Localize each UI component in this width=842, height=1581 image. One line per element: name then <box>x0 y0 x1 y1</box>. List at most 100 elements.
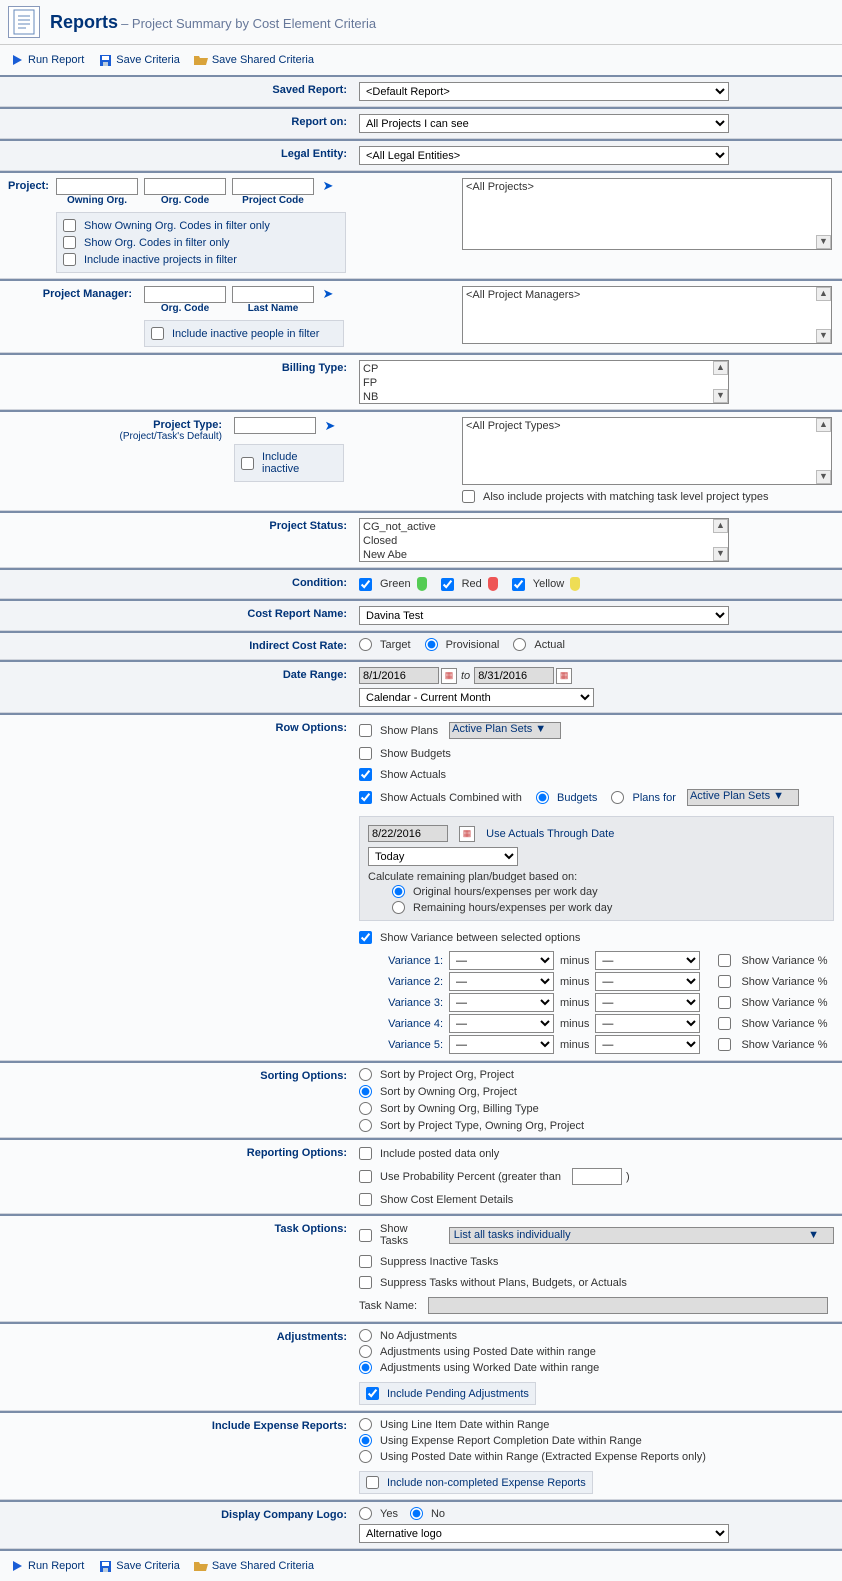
today-select[interactable]: Today <box>368 847 518 866</box>
completion-radio[interactable] <box>359 1434 372 1447</box>
use-probability-checkbox[interactable] <box>359 1170 372 1183</box>
projects-listbox[interactable]: <All Projects> ▼ <box>462 178 832 250</box>
scroll-down-icon[interactable]: ▼ <box>713 389 728 403</box>
include-inactive-type-checkbox[interactable] <box>241 457 254 470</box>
show-owning-checkbox[interactable] <box>63 219 76 232</box>
calendar-icon[interactable]: ▦ <box>459 826 475 842</box>
scroll-up-icon[interactable]: ▲ <box>816 418 831 432</box>
alt-logo-select[interactable]: Alternative logo <box>359 1524 729 1543</box>
calendar-icon[interactable]: ▦ <box>556 668 572 684</box>
project-add-button[interactable]: ➤ <box>320 178 336 194</box>
variance-3-b-select[interactable]: — <box>595 993 700 1012</box>
sort4-radio[interactable] <box>359 1119 372 1132</box>
save-shared-criteria-button-bottom[interactable]: Save Shared Criteria <box>194 1559 314 1573</box>
billing-type-listbox[interactable]: CP FP NB ▲ ▼ <box>359 360 729 404</box>
date-to-input[interactable] <box>474 667 554 684</box>
sort1-radio[interactable] <box>359 1068 372 1081</box>
scroll-up-icon[interactable]: ▲ <box>713 361 728 375</box>
show-actuals-checkbox[interactable] <box>359 768 372 781</box>
probability-input[interactable] <box>572 1168 622 1185</box>
variance-4-a-select[interactable]: — <box>449 1014 554 1033</box>
pm-add-button[interactable]: ➤ <box>320 286 336 302</box>
date-from-input[interactable] <box>359 667 439 684</box>
sort2-radio[interactable] <box>359 1085 372 1098</box>
include-inactive-people-checkbox[interactable] <box>151 327 164 340</box>
logo-yes-radio[interactable] <box>359 1507 372 1520</box>
budgets-radio[interactable] <box>536 791 549 804</box>
cost-report-name-select[interactable]: Davina Test <box>359 606 729 625</box>
save-shared-criteria-button[interactable]: Save Shared Criteria <box>194 53 314 67</box>
plans-for-select[interactable]: Active Plan Sets ▼ <box>687 789 799 806</box>
show-budgets-checkbox[interactable] <box>359 747 372 760</box>
date-range-select[interactable]: Calendar - Current Month <box>359 688 594 707</box>
show-plans-checkbox[interactable] <box>359 724 372 737</box>
scroll-down-icon[interactable]: ▼ <box>816 329 831 343</box>
project-type-listbox[interactable]: <All Project Types> ▲ ▼ <box>462 417 832 485</box>
project-code-input[interactable] <box>232 178 314 195</box>
task-name-input[interactable] <box>428 1297 828 1314</box>
project-status-listbox[interactable]: CG_not_active Closed New Abe ▲ ▼ <box>359 518 729 562</box>
provisional-radio[interactable] <box>425 638 438 651</box>
scroll-up-icon[interactable]: ▲ <box>816 287 831 301</box>
suppress-without-checkbox[interactable] <box>359 1276 372 1289</box>
run-report-button[interactable]: Run Report <box>10 53 84 67</box>
report-on-select[interactable]: All Projects I can see <box>359 114 729 133</box>
show-cost-element-checkbox[interactable] <box>359 1193 372 1206</box>
no-adj-radio[interactable] <box>359 1329 372 1342</box>
variance-1-b-select[interactable]: — <box>595 951 700 970</box>
project-type-input[interactable] <box>234 417 316 434</box>
owning-org-input[interactable] <box>56 178 138 195</box>
pm-last-name-input[interactable] <box>232 286 314 303</box>
sort3-radio[interactable] <box>359 1102 372 1115</box>
save-criteria-button[interactable]: Save Criteria <box>98 53 180 67</box>
legal-entity-select[interactable]: <All Legal Entities> <box>359 146 729 165</box>
original-hours-radio[interactable] <box>392 885 405 898</box>
pm-org-code-input[interactable] <box>144 286 226 303</box>
variance-2-a-select[interactable]: — <box>449 972 554 991</box>
variance-5-a-select[interactable]: — <box>449 1035 554 1054</box>
plans-for-radio[interactable] <box>611 791 624 804</box>
show-org-checkbox[interactable] <box>63 236 76 249</box>
variance-4-pct-checkbox[interactable] <box>718 1017 731 1030</box>
red-checkbox[interactable] <box>441 578 454 591</box>
run-report-button-bottom[interactable]: Run Report <box>10 1559 84 1573</box>
saved-report-select[interactable]: <Default Report> <box>359 82 729 101</box>
scroll-down-icon[interactable]: ▼ <box>816 470 831 484</box>
project-type-add-button[interactable]: ➤ <box>322 418 338 434</box>
variance-2-pct-checkbox[interactable] <box>718 975 731 988</box>
plan-sets-select[interactable]: Active Plan Sets ▼ <box>449 722 561 739</box>
scroll-down-icon[interactable]: ▼ <box>713 547 728 561</box>
also-include-task-checkbox[interactable] <box>462 490 475 503</box>
variance-3-a-select[interactable]: — <box>449 993 554 1012</box>
variance-2-b-select[interactable]: — <box>595 972 700 991</box>
variance-1-a-select[interactable]: — <box>449 951 554 970</box>
include-inactive-proj-checkbox[interactable] <box>63 253 76 266</box>
show-tasks-select[interactable]: List all tasks individually▼ <box>449 1227 834 1244</box>
suppress-inactive-checkbox[interactable] <box>359 1255 372 1268</box>
green-checkbox[interactable] <box>359 578 372 591</box>
show-variance-checkbox[interactable] <box>359 931 372 944</box>
scroll-down-icon[interactable]: ▼ <box>816 235 831 249</box>
adj-posted-radio[interactable] <box>359 1345 372 1358</box>
include-posted-checkbox[interactable] <box>359 1147 372 1160</box>
calendar-icon[interactable]: ▦ <box>441 668 457 684</box>
actuals-date-input[interactable] <box>368 825 448 842</box>
pm-listbox[interactable]: <All Project Managers> ▲ ▼ <box>462 286 832 344</box>
yellow-checkbox[interactable] <box>512 578 525 591</box>
include-non-completed-checkbox[interactable] <box>366 1476 379 1489</box>
show-tasks-checkbox[interactable] <box>359 1229 372 1242</box>
adj-worked-radio[interactable] <box>359 1361 372 1374</box>
line-item-radio[interactable] <box>359 1418 372 1431</box>
variance-1-pct-checkbox[interactable] <box>718 954 731 967</box>
scroll-up-icon[interactable]: ▲ <box>713 519 728 533</box>
show-actuals-combined-checkbox[interactable] <box>359 791 372 804</box>
include-pending-checkbox[interactable] <box>366 1387 379 1400</box>
org-code-input[interactable] <box>144 178 226 195</box>
variance-4-b-select[interactable]: — <box>595 1014 700 1033</box>
save-criteria-button-bottom[interactable]: Save Criteria <box>98 1559 180 1573</box>
variance-3-pct-checkbox[interactable] <box>718 996 731 1009</box>
variance-5-b-select[interactable]: — <box>595 1035 700 1054</box>
actual-radio[interactable] <box>513 638 526 651</box>
target-radio[interactable] <box>359 638 372 651</box>
remaining-hours-radio[interactable] <box>392 901 405 914</box>
